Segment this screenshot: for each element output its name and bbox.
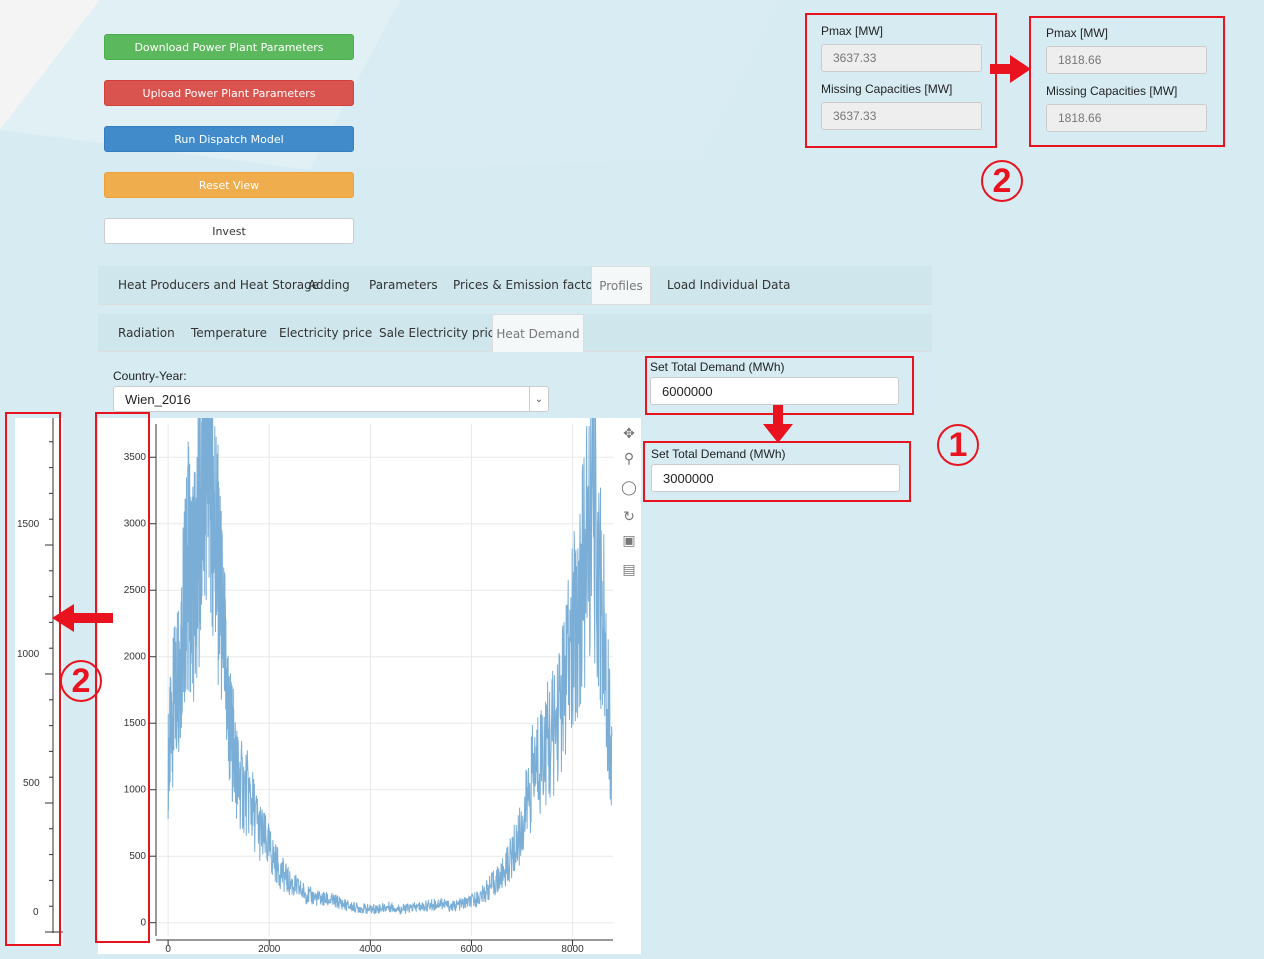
pmax-after-label: Pmax [MW] [1046,26,1108,40]
main-tab-bar: Heat Producers and Heat Storage Adding P… [98,266,932,305]
x-tick-label: 6000 [460,944,483,955]
country-year-select[interactable]: Wien_2016 ⌄ [113,386,549,412]
arrow-right-icon [990,55,1031,83]
tab-adding[interactable]: Adding [295,266,363,304]
tab-radiation[interactable]: Radiation [105,314,188,352]
pmax-before-label: Pmax [MW] [821,24,883,38]
x-tick-label: 4000 [359,944,382,955]
x-tick-label: 0 [165,944,171,955]
arrow-down-icon [763,405,793,443]
missing-before-label: Missing Capacities [MW] [821,82,953,96]
pmax-before-field: 3637.33 [821,44,982,72]
heat-demand-series-line [167,418,613,915]
pmax-after-field: 1818.66 [1046,46,1207,74]
x-tick-label: 8000 [561,944,584,955]
hover-icon[interactable]: ▤ [620,560,638,578]
step-2-marker-left: 2 [60,660,102,702]
tab-profiles[interactable]: Profiles [591,266,651,304]
heat-demand-chart: 05001000150020002500300035000 2000 4000 600… [124,418,613,955]
step-1-marker: 1 [937,424,979,466]
run-dispatch-button[interactable]: Run Dispatch Model [104,126,354,152]
tab-parameters[interactable]: Parameters [356,266,451,304]
missing-after-label: Missing Capacities [MW] [1046,84,1178,98]
country-year-label: Country-Year: [113,369,187,383]
country-year-value: Wien_2016 [125,391,191,407]
total-demand-input-after[interactable]: 3000000 [651,464,900,492]
demand-after-label: Set Total Demand (MWh) [651,447,786,461]
tab-heat-demand[interactable]: Heat Demand [492,314,584,352]
step-2-marker-top: 2 [981,160,1023,202]
sub-tab-bar: Radiation Temperature Electricity price … [98,314,932,352]
tab-load-individual-data[interactable]: Load Individual Data [654,266,804,304]
reset-icon[interactable]: ↻ [620,507,638,525]
upload-parameters-button[interactable]: Upload Power Plant Parameters [104,80,354,106]
x-tick-label: 2000 [258,944,281,955]
save-icon[interactable]: ▣ [620,531,638,549]
reset-view-button[interactable]: Reset View [104,172,354,198]
wheel-zoom-icon[interactable]: ◯ [620,478,638,496]
chevron-down-icon[interactable]: ⌄ [529,387,548,411]
download-parameters-button[interactable]: Download Power Plant Parameters [104,34,354,60]
missing-after-field: 1818.66 [1046,104,1207,132]
y-axis-highlight [95,412,150,943]
arrow-left-icon [52,604,113,632]
missing-before-field: 3637.33 [821,102,982,130]
zoom-icon[interactable]: ⚲ [620,449,638,467]
tab-temperature[interactable]: Temperature [178,314,280,352]
demand-before-label: Set Total Demand (MWh) [650,360,785,374]
pan-icon[interactable]: ✥ [620,424,638,442]
invest-button[interactable]: Invest [104,218,354,244]
total-demand-input-before[interactable]: 6000000 [650,377,899,405]
scaled-axis-highlight [5,412,61,946]
